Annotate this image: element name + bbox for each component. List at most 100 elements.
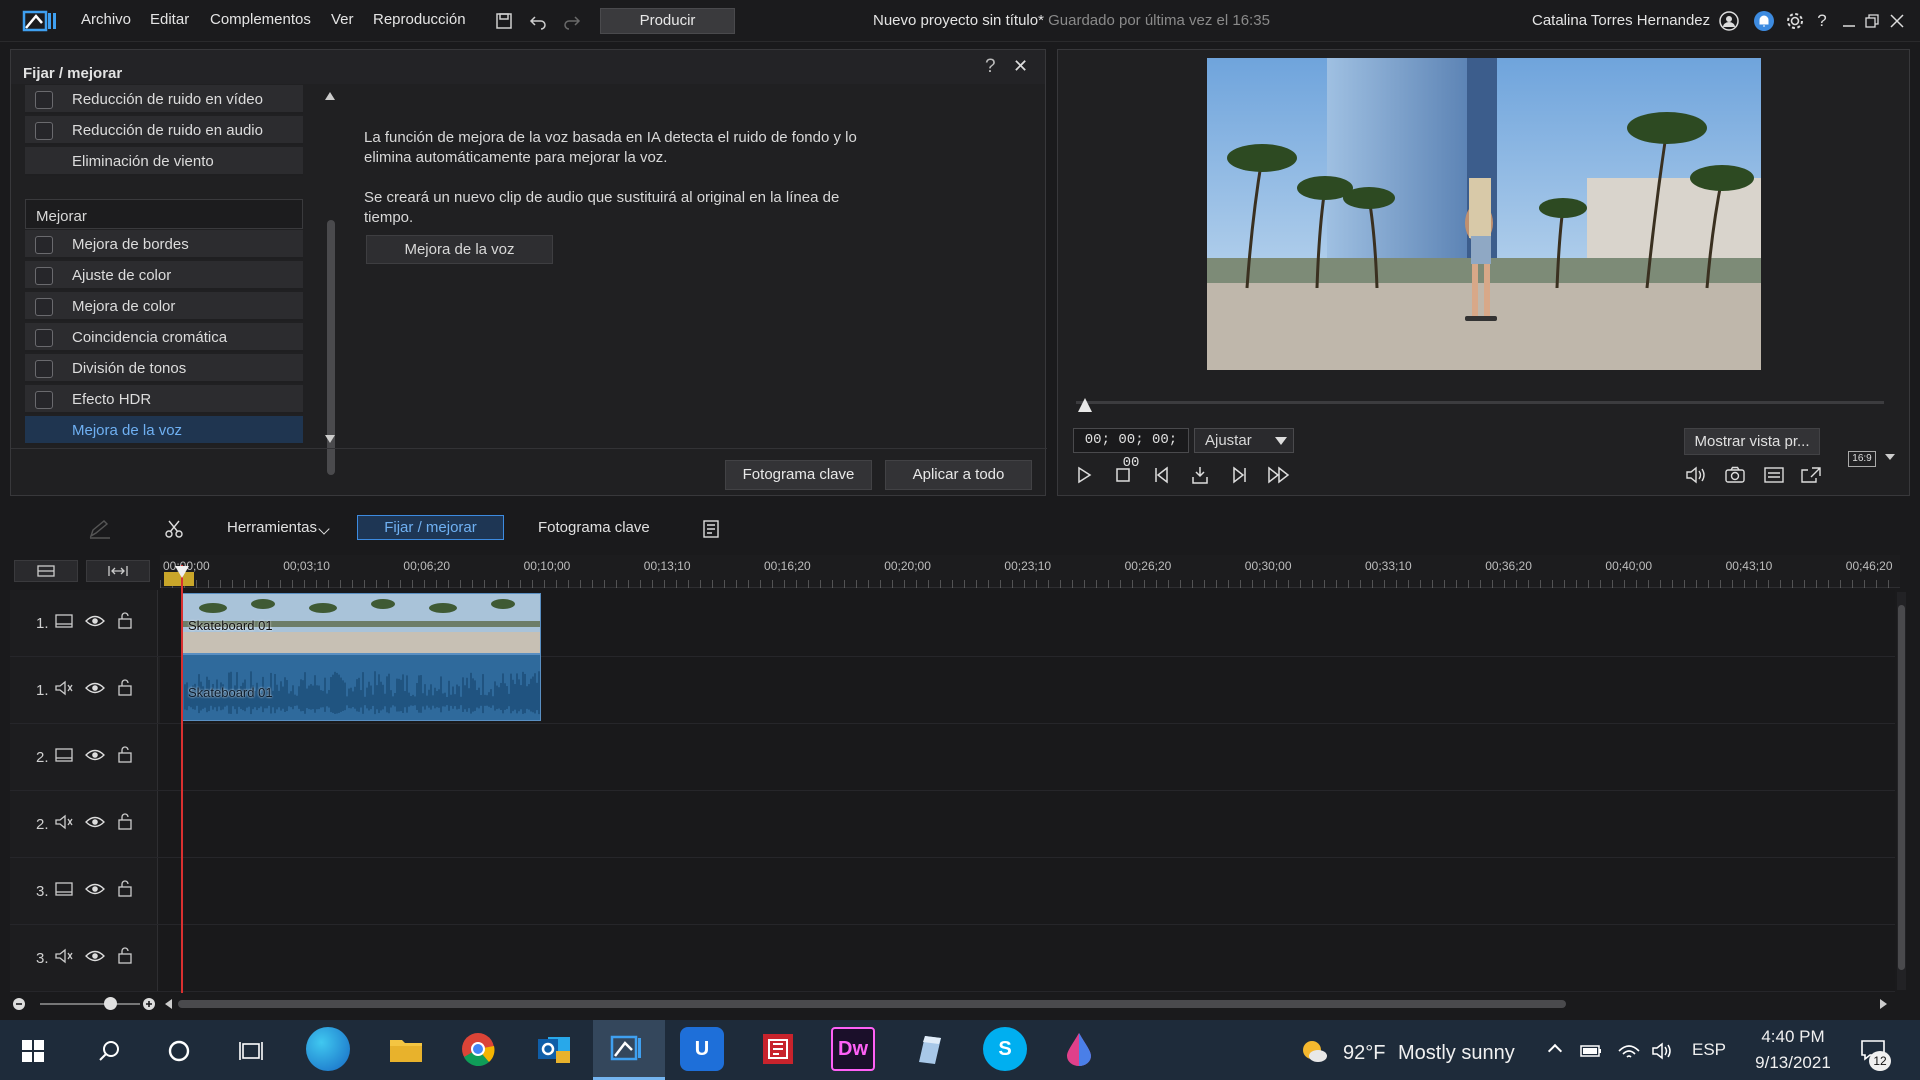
lock-icon[interactable] <box>115 878 135 898</box>
fit-dropdown[interactable]: Ajustar <box>1194 428 1294 453</box>
redo-icon[interactable] <box>561 10 583 32</box>
voice-enhance-button[interactable]: Mejora de la voz <box>366 235 553 264</box>
app-red-icon[interactable] <box>756 1027 800 1071</box>
skype-icon[interactable]: S <box>983 1027 1027 1071</box>
timeline-hscroll-thumb[interactable] <box>178 1000 1566 1008</box>
list-item-edge-enhance[interactable]: Mejora de bordes <box>25 230 303 259</box>
zoom-slider-handle[interactable] <box>104 997 117 1010</box>
checkbox[interactable] <box>35 329 53 347</box>
menu-complementos[interactable]: Complementos <box>210 11 311 28</box>
play-icon[interactable] <box>1072 463 1096 487</box>
chrome-browser-icon[interactable] <box>456 1027 500 1071</box>
restore-icon[interactable] <box>1861 9 1883 33</box>
visibility-eye-icon[interactable] <box>84 813 106 831</box>
subtitles-icon[interactable] <box>1761 463 1787 487</box>
list-item-video-denoise[interactable]: Reducción de ruido en vídeo <box>25 85 303 114</box>
track-lane[interactable] <box>160 858 1895 924</box>
task-view-icon[interactable] <box>236 1036 266 1066</box>
visibility-eye-icon[interactable] <box>84 612 106 630</box>
checkbox[interactable] <box>35 391 53 409</box>
notification-bell-icon[interactable] <box>1752 9 1776 33</box>
previous-frame-icon[interactable] <box>1150 463 1174 487</box>
visibility-eye-icon[interactable] <box>84 679 106 697</box>
checkbox[interactable] <box>35 298 53 316</box>
minimize-icon[interactable] <box>1838 9 1860 33</box>
aspect-chevron-icon[interactable] <box>1885 454 1895 460</box>
menu-editar[interactable]: Editar <box>150 11 189 28</box>
playhead-handle-icon[interactable] <box>175 566 189 578</box>
video-clip[interactable]: Skateboard 01 <box>182 593 541 654</box>
split-icon[interactable] <box>1188 463 1212 487</box>
track-lane[interactable] <box>160 925 1895 991</box>
apply-all-button[interactable]: Aplicar a todo <box>885 460 1032 490</box>
file-explorer-icon[interactable] <box>384 1027 428 1071</box>
save-icon[interactable] <box>493 10 515 32</box>
panel-close-icon[interactable]: ✕ <box>1013 56 1028 77</box>
keyframe-tab[interactable]: Fotograma clave <box>538 519 650 536</box>
checkbox[interactable] <box>35 267 53 285</box>
list-item-color-match[interactable]: Coincidencia cromática <box>25 323 303 352</box>
pen-edit-icon[interactable] <box>86 516 114 542</box>
volume-icon[interactable] <box>1683 463 1709 487</box>
search-icon[interactable] <box>94 1036 124 1066</box>
list-item-color-adjust[interactable]: Ajuste de color <box>25 261 303 290</box>
zoom-in-icon[interactable] <box>141 996 157 1012</box>
weather-sunny-icon[interactable] <box>1297 1036 1331 1066</box>
close-window-icon[interactable] <box>1886 9 1908 33</box>
fast-forward-icon[interactable] <box>1265 463 1293 487</box>
powerdirector-icon[interactable] <box>606 1027 650 1071</box>
lock-icon[interactable] <box>115 610 135 630</box>
scissors-icon[interactable] <box>161 516 187 542</box>
lock-icon[interactable] <box>115 811 135 831</box>
input-language[interactable]: ESP <box>1692 1040 1726 1060</box>
track-lane[interactable] <box>160 724 1895 790</box>
stop-icon[interactable] <box>1111 463 1135 487</box>
visibility-eye-icon[interactable] <box>84 746 106 764</box>
fit-timeline-icon[interactable] <box>86 560 150 582</box>
show-preview-button[interactable]: Mostrar vista pr... <box>1684 428 1820 455</box>
checkbox[interactable] <box>35 236 53 254</box>
clock-time[interactable]: 4:40 PM <box>1753 1027 1833 1047</box>
checkbox[interactable] <box>35 91 53 109</box>
zoom-out-icon[interactable] <box>11 996 27 1012</box>
app-logo-icon[interactable] <box>20 8 60 34</box>
settings-gear-icon[interactable] <box>1783 9 1807 33</box>
list-item-audio-denoise[interactable]: Reducción de ruido en audio <box>25 116 303 145</box>
scrub-handle-icon[interactable] <box>1078 398 1092 412</box>
list-item-hdr-effect[interactable]: Efecto HDR <box>25 385 303 414</box>
scroll-up-icon[interactable] <box>325 92 335 100</box>
lock-icon[interactable] <box>115 677 135 697</box>
list-item-color-enhance[interactable]: Mejora de color <box>25 292 303 321</box>
app-crystal-icon[interactable] <box>907 1027 951 1071</box>
user-account-icon[interactable] <box>1717 9 1741 33</box>
produce-button[interactable]: Producir <box>600 8 735 34</box>
speaker-icon[interactable] <box>1650 1040 1676 1062</box>
tools-menu[interactable]: Herramientas <box>227 519 317 536</box>
help-icon[interactable]: ? <box>1812 9 1832 33</box>
panel-help-icon[interactable]: ? <box>985 56 996 78</box>
keyframe-button[interactable]: Fotograma clave <box>725 460 872 490</box>
next-frame-icon[interactable] <box>1227 463 1251 487</box>
cortana-icon[interactable] <box>164 1036 194 1066</box>
app-u-icon[interactable]: U <box>680 1027 724 1071</box>
windows-start-icon[interactable] <box>18 1038 48 1064</box>
dreamweaver-icon[interactable]: Dw <box>831 1027 875 1071</box>
menu-reproduccion[interactable]: Reproducción <box>373 11 466 28</box>
timeline-vscroll-thumb[interactable] <box>1898 605 1905 970</box>
scroll-left-icon[interactable] <box>165 999 172 1009</box>
timecode-display[interactable]: 00; 00; 00; 00 <box>1073 428 1189 471</box>
scroll-right-icon[interactable] <box>1880 999 1887 1009</box>
snapshot-camera-icon[interactable] <box>1722 463 1748 487</box>
outlook-icon[interactable] <box>532 1027 576 1071</box>
subtitle-room-icon[interactable] <box>698 516 724 542</box>
visibility-eye-icon[interactable] <box>84 880 106 898</box>
checkbox[interactable] <box>35 360 53 378</box>
app-drop-icon[interactable] <box>1057 1027 1101 1071</box>
edge-browser-icon[interactable] <box>306 1027 350 1071</box>
fix-enhance-tab[interactable]: Fijar / mejorar <box>357 515 504 540</box>
zoom-slider[interactable] <box>40 1003 140 1005</box>
timeline-playhead[interactable] <box>181 565 183 993</box>
lock-icon[interactable] <box>115 945 135 965</box>
wifi-icon[interactable] <box>1616 1040 1642 1062</box>
aspect-ratio-icon[interactable]: 16:9 <box>1848 451 1876 467</box>
